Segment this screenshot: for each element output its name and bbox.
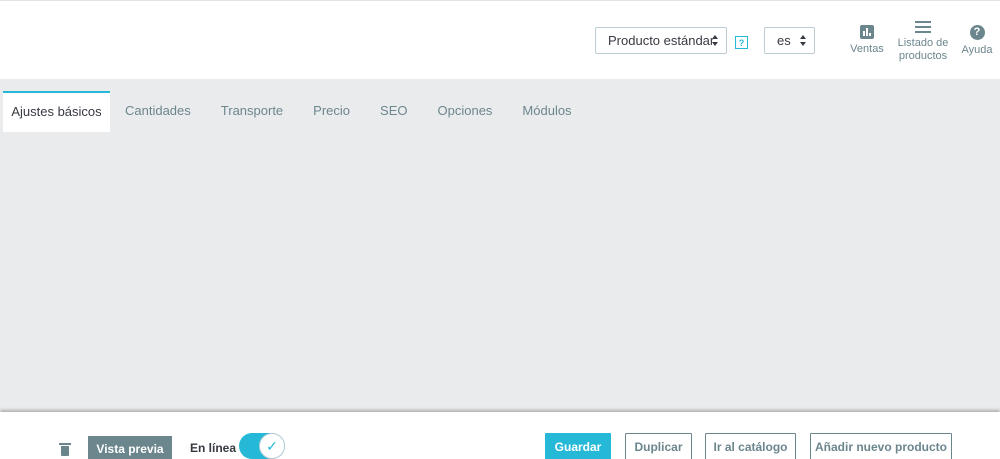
save-button[interactable]: Guardar [545, 433, 611, 459]
help-button[interactable]: ? Ayuda [961, 25, 993, 57]
select-caret-icon [800, 35, 806, 47]
product-type-select[interactable]: Producto estándar [595, 27, 727, 54]
go-to-catalog-button[interactable]: Ir al catálogo [705, 433, 796, 459]
product-type-help-icon[interactable]: ? [735, 36, 748, 49]
preview-button[interactable]: Vista previa [88, 436, 172, 459]
product-footer: Vista previa En línea ✓ Guardar Duplicar… [0, 412, 1000, 459]
duplicate-button[interactable]: Duplicar [625, 433, 692, 459]
select-caret-icon [712, 35, 718, 47]
online-toggle[interactable]: ✓ [239, 433, 285, 459]
product-header: Producto estándar ? es Ventas Listado de… [0, 0, 1000, 79]
tab-seo[interactable]: SEO [365, 91, 422, 132]
bar-chart-icon [860, 25, 874, 39]
online-label: En línea [190, 441, 237, 455]
delete-trash-icon[interactable] [59, 443, 71, 456]
product-list-label-line2: productos [898, 50, 948, 62]
check-icon: ✓ [259, 433, 285, 459]
product-list-button[interactable]: Listado de productos [896, 21, 950, 63]
help-icon: ? [969, 25, 985, 40]
tab-modules[interactable]: Módulos [507, 91, 586, 132]
language-select[interactable]: es [764, 27, 815, 54]
add-new-product-button[interactable]: Añadir nuevo producto [810, 433, 952, 459]
tab-pricing[interactable]: Precio [298, 91, 365, 132]
tab-basic-settings[interactable]: Ajustes básicos [3, 91, 110, 132]
tab-quantities[interactable]: Cantidades [110, 91, 206, 132]
sales-label: Ventas [850, 43, 884, 55]
product-form-area: Ajustes básicos Cantidades Transporte Pr… [0, 79, 1000, 412]
sales-button[interactable]: Ventas [850, 25, 884, 56]
tab-options[interactable]: Opciones [423, 91, 508, 132]
list-icon [915, 21, 931, 33]
product-list-label-line1: Listado de [897, 37, 949, 49]
product-tabs: Ajustes básicos Cantidades Transporte Pr… [3, 91, 587, 132]
help-label: Ayuda [961, 44, 993, 56]
language-value: es [777, 33, 791, 48]
product-type-value: Producto estándar [608, 33, 715, 48]
tab-shipping[interactable]: Transporte [206, 91, 298, 132]
